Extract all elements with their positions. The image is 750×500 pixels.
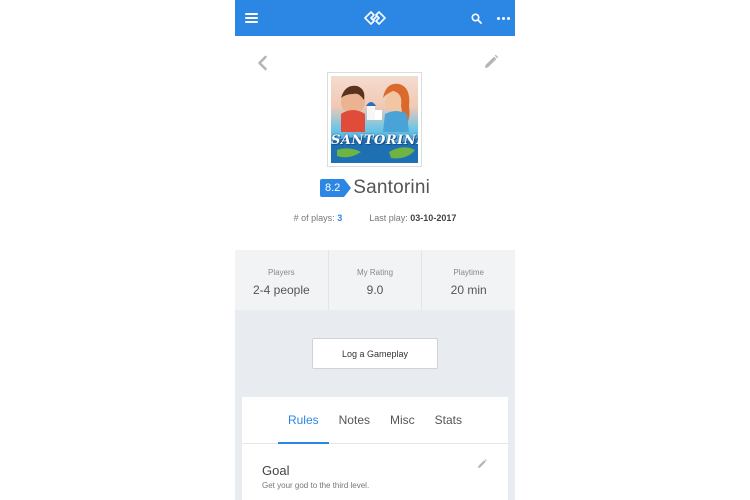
stat-label: Playtime bbox=[453, 268, 485, 277]
game-title-row: 8.2 Santorini bbox=[235, 176, 515, 200]
last-play-label: Last play: bbox=[369, 213, 408, 223]
goal-heading: Goal bbox=[262, 463, 290, 478]
last-play-date: 03-10-2017 bbox=[410, 213, 457, 223]
edit-goal-icon[interactable] bbox=[476, 457, 488, 469]
stat-value: 20 min bbox=[450, 283, 487, 297]
game-cover-image: SANTORINI bbox=[327, 72, 422, 167]
top-bar bbox=[235, 0, 515, 36]
back-chevron-icon[interactable] bbox=[253, 53, 273, 73]
plays-count[interactable]: 3 bbox=[337, 213, 342, 223]
logo-icon[interactable] bbox=[363, 0, 387, 36]
edit-pencil-icon[interactable] bbox=[482, 53, 500, 71]
play-meta: # of plays: 3 Last play: 03-10-2017 bbox=[235, 213, 515, 223]
rules-card: Rules Notes Misc Stats Goal Get your god… bbox=[242, 397, 508, 500]
tab-misc[interactable]: Misc bbox=[380, 397, 425, 443]
stat-players: Players 2-4 people bbox=[235, 250, 329, 310]
stat-value: 2-4 people bbox=[252, 283, 310, 297]
tab-rules[interactable]: Rules bbox=[277, 397, 329, 444]
goal-description: Get your god to the third level. bbox=[262, 481, 370, 490]
log-gameplay-button[interactable]: Log a Gameplay bbox=[312, 338, 438, 369]
stat-value: 9.0 bbox=[366, 283, 384, 297]
more-icon[interactable] bbox=[494, 0, 512, 36]
plays-label: # of plays: bbox=[293, 213, 335, 223]
stat-label: Players bbox=[267, 268, 295, 277]
stats-strip: Players 2-4 people My Rating 9.0 Playtim… bbox=[235, 250, 515, 310]
game-title: Santorini bbox=[353, 177, 431, 198]
search-icon[interactable] bbox=[467, 0, 485, 36]
tab-notes[interactable]: Notes bbox=[329, 397, 380, 443]
tab-stats[interactable]: Stats bbox=[425, 397, 472, 443]
app-screen: SANTORINI 8.2 Santorini # of plays: 3 La… bbox=[235, 0, 515, 500]
rating-badge: 8.2 bbox=[319, 179, 352, 197]
stat-playtime: Playtime 20 min bbox=[422, 250, 515, 310]
tab-bar: Rules Notes Misc Stats bbox=[242, 397, 508, 444]
cover-title-text: SANTORINI bbox=[331, 133, 418, 148]
stat-my-rating: My Rating 9.0 bbox=[329, 250, 423, 310]
menu-icon[interactable] bbox=[240, 0, 262, 36]
stat-label: My Rating bbox=[357, 268, 394, 277]
